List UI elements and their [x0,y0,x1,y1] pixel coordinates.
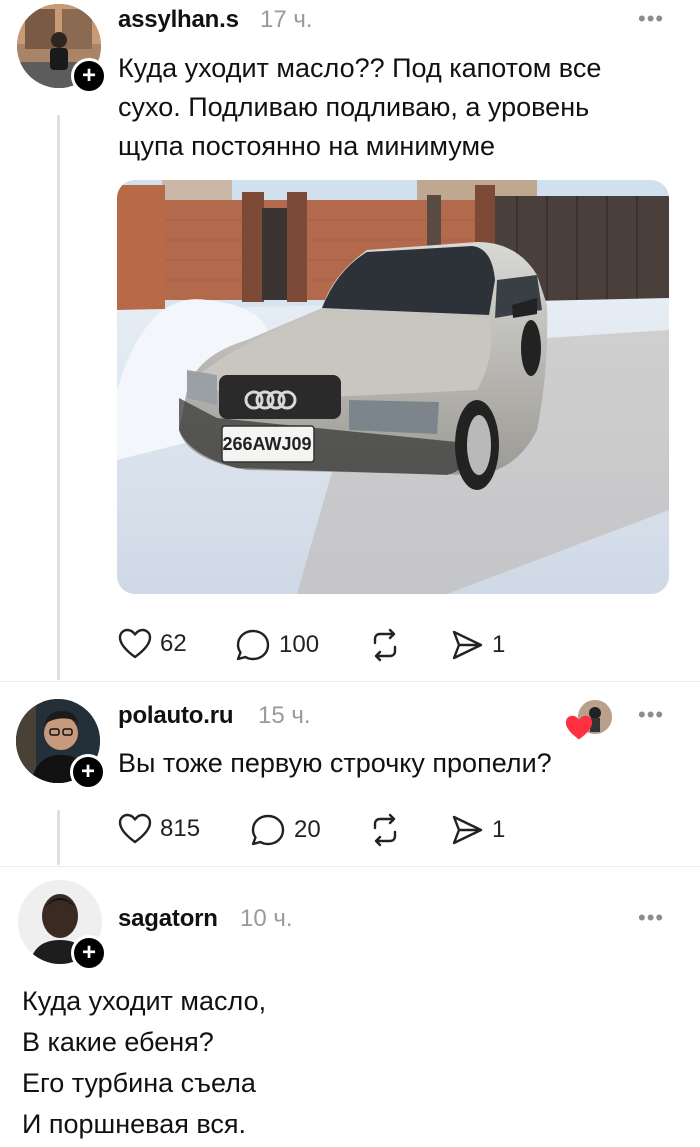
post-time: 17 ч. [260,6,313,33]
follow-button[interactable]: + [71,935,107,971]
post-username[interactable]: assylhan.s [118,6,239,34]
like-button[interactable]: 815 [118,813,200,845]
comment-count: 100 [279,631,320,658]
post-time: 15 ч. [258,702,311,729]
more-options-icon[interactable]: ••• [638,6,664,32]
like-count: 815 [160,815,201,842]
repost-icon [373,813,397,847]
follow-button[interactable]: + [70,754,106,790]
liked-heart-icon [564,714,594,747]
thread-line [57,810,60,865]
post-text-line: Куда уходит масло?? Под капотом все [118,53,602,83]
comment-button[interactable]: 20 [250,813,321,847]
post-text-line: И поршневая вся. [22,1109,246,1139]
share-button[interactable]: 1 [450,628,505,662]
thread-line [57,115,60,680]
repost-button[interactable] [368,813,402,847]
post-text-line: Его турбина съела [22,1068,256,1098]
share-icon [452,815,483,845]
post-username[interactable]: sagatorn [118,905,218,933]
share-count: 1 [492,631,506,658]
heart-icon [118,628,152,659]
post-text-line: В какие ебеня? [22,1027,214,1057]
repost-icon [373,628,397,662]
separator [0,866,700,867]
more-options-icon[interactable]: ••• [638,702,664,728]
repost-button[interactable] [368,628,402,662]
comment-icon [236,629,270,661]
like-button[interactable]: 62 [118,628,187,660]
post-username[interactable]: polauto.ru [118,702,234,730]
post-text-line: щупа постоянно на минимуме [118,131,496,161]
heart-icon [118,813,152,844]
post-text-line: Вы тоже первую строчку пропели? [118,748,552,778]
separator [0,681,700,682]
follow-button[interactable]: + [71,58,107,94]
share-icon [452,630,483,660]
post-image[interactable]: 266AWJ09 [117,180,669,594]
comment-button[interactable]: 100 [235,628,319,662]
comment-count: 20 [294,816,321,843]
post-time: 10 ч. [240,905,293,932]
license-plate: 266AWJ09 [222,434,311,454]
more-options-icon[interactable]: ••• [638,905,664,931]
share-count: 1 [492,816,506,843]
like-count: 62 [160,630,187,657]
post-text-line: сухо. Подливаю подливаю, а уровень [118,92,590,122]
comment-icon [251,814,285,846]
post-text-line: Куда уходит масло, [22,986,267,1016]
share-button[interactable]: 1 [450,813,505,847]
